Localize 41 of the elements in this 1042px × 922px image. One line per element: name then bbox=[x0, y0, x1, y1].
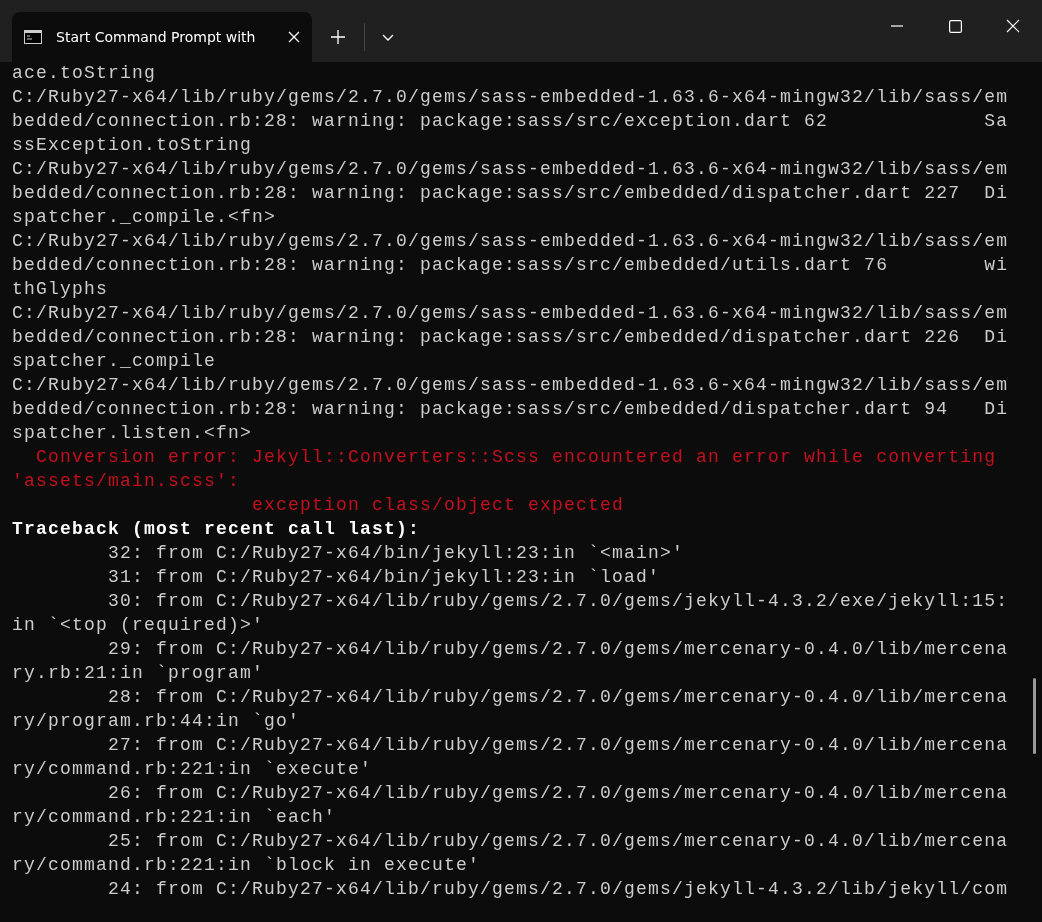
output-line: C:/Ruby27-x64/lib/ruby/gems/2.7.0/gems/sass-embedded-1.63.6-x64-mingw32/lib/sass/em bbox=[12, 230, 1009, 253]
output-line: 30: from C:/Ruby27-x64/lib/ruby/gems/2.7.0/gems/jekyll-4.3.2/exe/jekyll:15: bbox=[107, 590, 1009, 613]
output-line: 26: from C:/Ruby27-x64/lib/ruby/gems/2.7.0/gems/mercenary-0.4.0/lib/mercena bbox=[107, 782, 1009, 805]
output-line: ry/command.rb:221:in `execute' bbox=[12, 758, 373, 781]
output-line: ace.toString bbox=[12, 62, 157, 85]
output-line: ry/program.rb:44:in `go' bbox=[12, 710, 301, 733]
output-line: bedded/connection.rb:28: warning: package:sass/src/embedded/utils.dart 76 wi bbox=[12, 254, 1009, 277]
output-line: 24: from C:/Ruby27-x64/lib/ruby/gems/2.7.0/gems/jekyll-4.3.2/lib/jekyll/com bbox=[107, 878, 1009, 901]
output-line: bedded/connection.rb:28: warning: package:sass/src/exception.dart 62 Sa bbox=[12, 110, 1009, 133]
output-line: 28: from C:/Ruby27-x64/lib/ruby/gems/2.7.0/gems/mercenary-0.4.0/lib/mercena bbox=[107, 686, 1009, 709]
error-line: exception class/object expected bbox=[251, 494, 625, 517]
output-line: ry/command.rb:221:in `each' bbox=[12, 806, 337, 829]
output-line: spatcher.listen.<fn> bbox=[12, 422, 253, 445]
new-tab-icon[interactable] bbox=[328, 27, 348, 47]
output-line: spatcher._compile bbox=[12, 350, 217, 373]
output-line: spatcher._compile.<fn> bbox=[12, 206, 277, 229]
output-line: in `<top (required)>' bbox=[12, 614, 265, 637]
tab-title: Start Command Prompt with bbox=[56, 28, 256, 45]
output-line: 31: from C:/Ruby27-x64/bin/jekyll:23:in `load' bbox=[107, 566, 661, 589]
error-line: Conversion error: Jekyll::Converters::Scss encountered an error while converting bbox=[35, 446, 997, 469]
error-line: 'assets/main.scss': bbox=[12, 470, 241, 493]
close-tab-icon[interactable] bbox=[288, 31, 300, 43]
output-line: bedded/connection.rb:28: warning: package:sass/src/embedded/dispatcher.dart 226 Di bbox=[12, 326, 1009, 349]
output-line: bedded/connection.rb:28: warning: package:sass/src/embedded/dispatcher.dart 227 Di bbox=[12, 182, 1009, 205]
output-line: 29: from C:/Ruby27-x64/lib/ruby/gems/2.7.0/gems/mercenary-0.4.0/lib/mercena bbox=[107, 638, 1009, 661]
terminal-tab[interactable]: Start Command Prompt with bbox=[12, 12, 312, 62]
output-line: ry.rb:21:in `program' bbox=[12, 662, 265, 685]
traceback-heading: Traceback (most recent call last): bbox=[12, 518, 421, 541]
output-line: 25: from C:/Ruby27-x64/lib/ruby/gems/2.7.0/gems/mercenary-0.4.0/lib/mercena bbox=[107, 830, 1009, 853]
output-line: C:/Ruby27-x64/lib/ruby/gems/2.7.0/gems/sass-embedded-1.63.6-x64-mingw32/lib/sass/em bbox=[12, 158, 1009, 181]
output-line: ssException.toString bbox=[12, 134, 253, 157]
output-line: thGlyphs bbox=[12, 278, 108, 301]
output-line: C:/Ruby27-x64/lib/ruby/gems/2.7.0/gems/sass-embedded-1.63.6-x64-mingw32/lib/sass/em bbox=[12, 302, 1009, 325]
scrollbar-thumb[interactable] bbox=[1033, 678, 1036, 754]
output-line: ry/command.rb:221:in `block in execute' bbox=[12, 854, 481, 877]
output-line: bedded/connection.rb:28: warning: package:sass/src/embedded/dispatcher.dart 94 Di bbox=[12, 398, 1009, 421]
output-line: 27: from C:/Ruby27-x64/lib/ruby/gems/2.7.0/gems/mercenary-0.4.0/lib/mercena bbox=[107, 734, 1009, 757]
terminal-icon bbox=[24, 30, 42, 44]
output-line: C:/Ruby27-x64/lib/ruby/gems/2.7.0/gems/sass-embedded-1.63.6-x64-mingw32/lib/sass/em bbox=[12, 86, 1009, 109]
output-line: C:/Ruby27-x64/lib/ruby/gems/2.7.0/gems/sass-embedded-1.63.6-x64-mingw32/lib/sass/em bbox=[12, 374, 1009, 397]
output-line: 32: from C:/Ruby27-x64/bin/jekyll:23:in `<main>' bbox=[107, 542, 685, 565]
